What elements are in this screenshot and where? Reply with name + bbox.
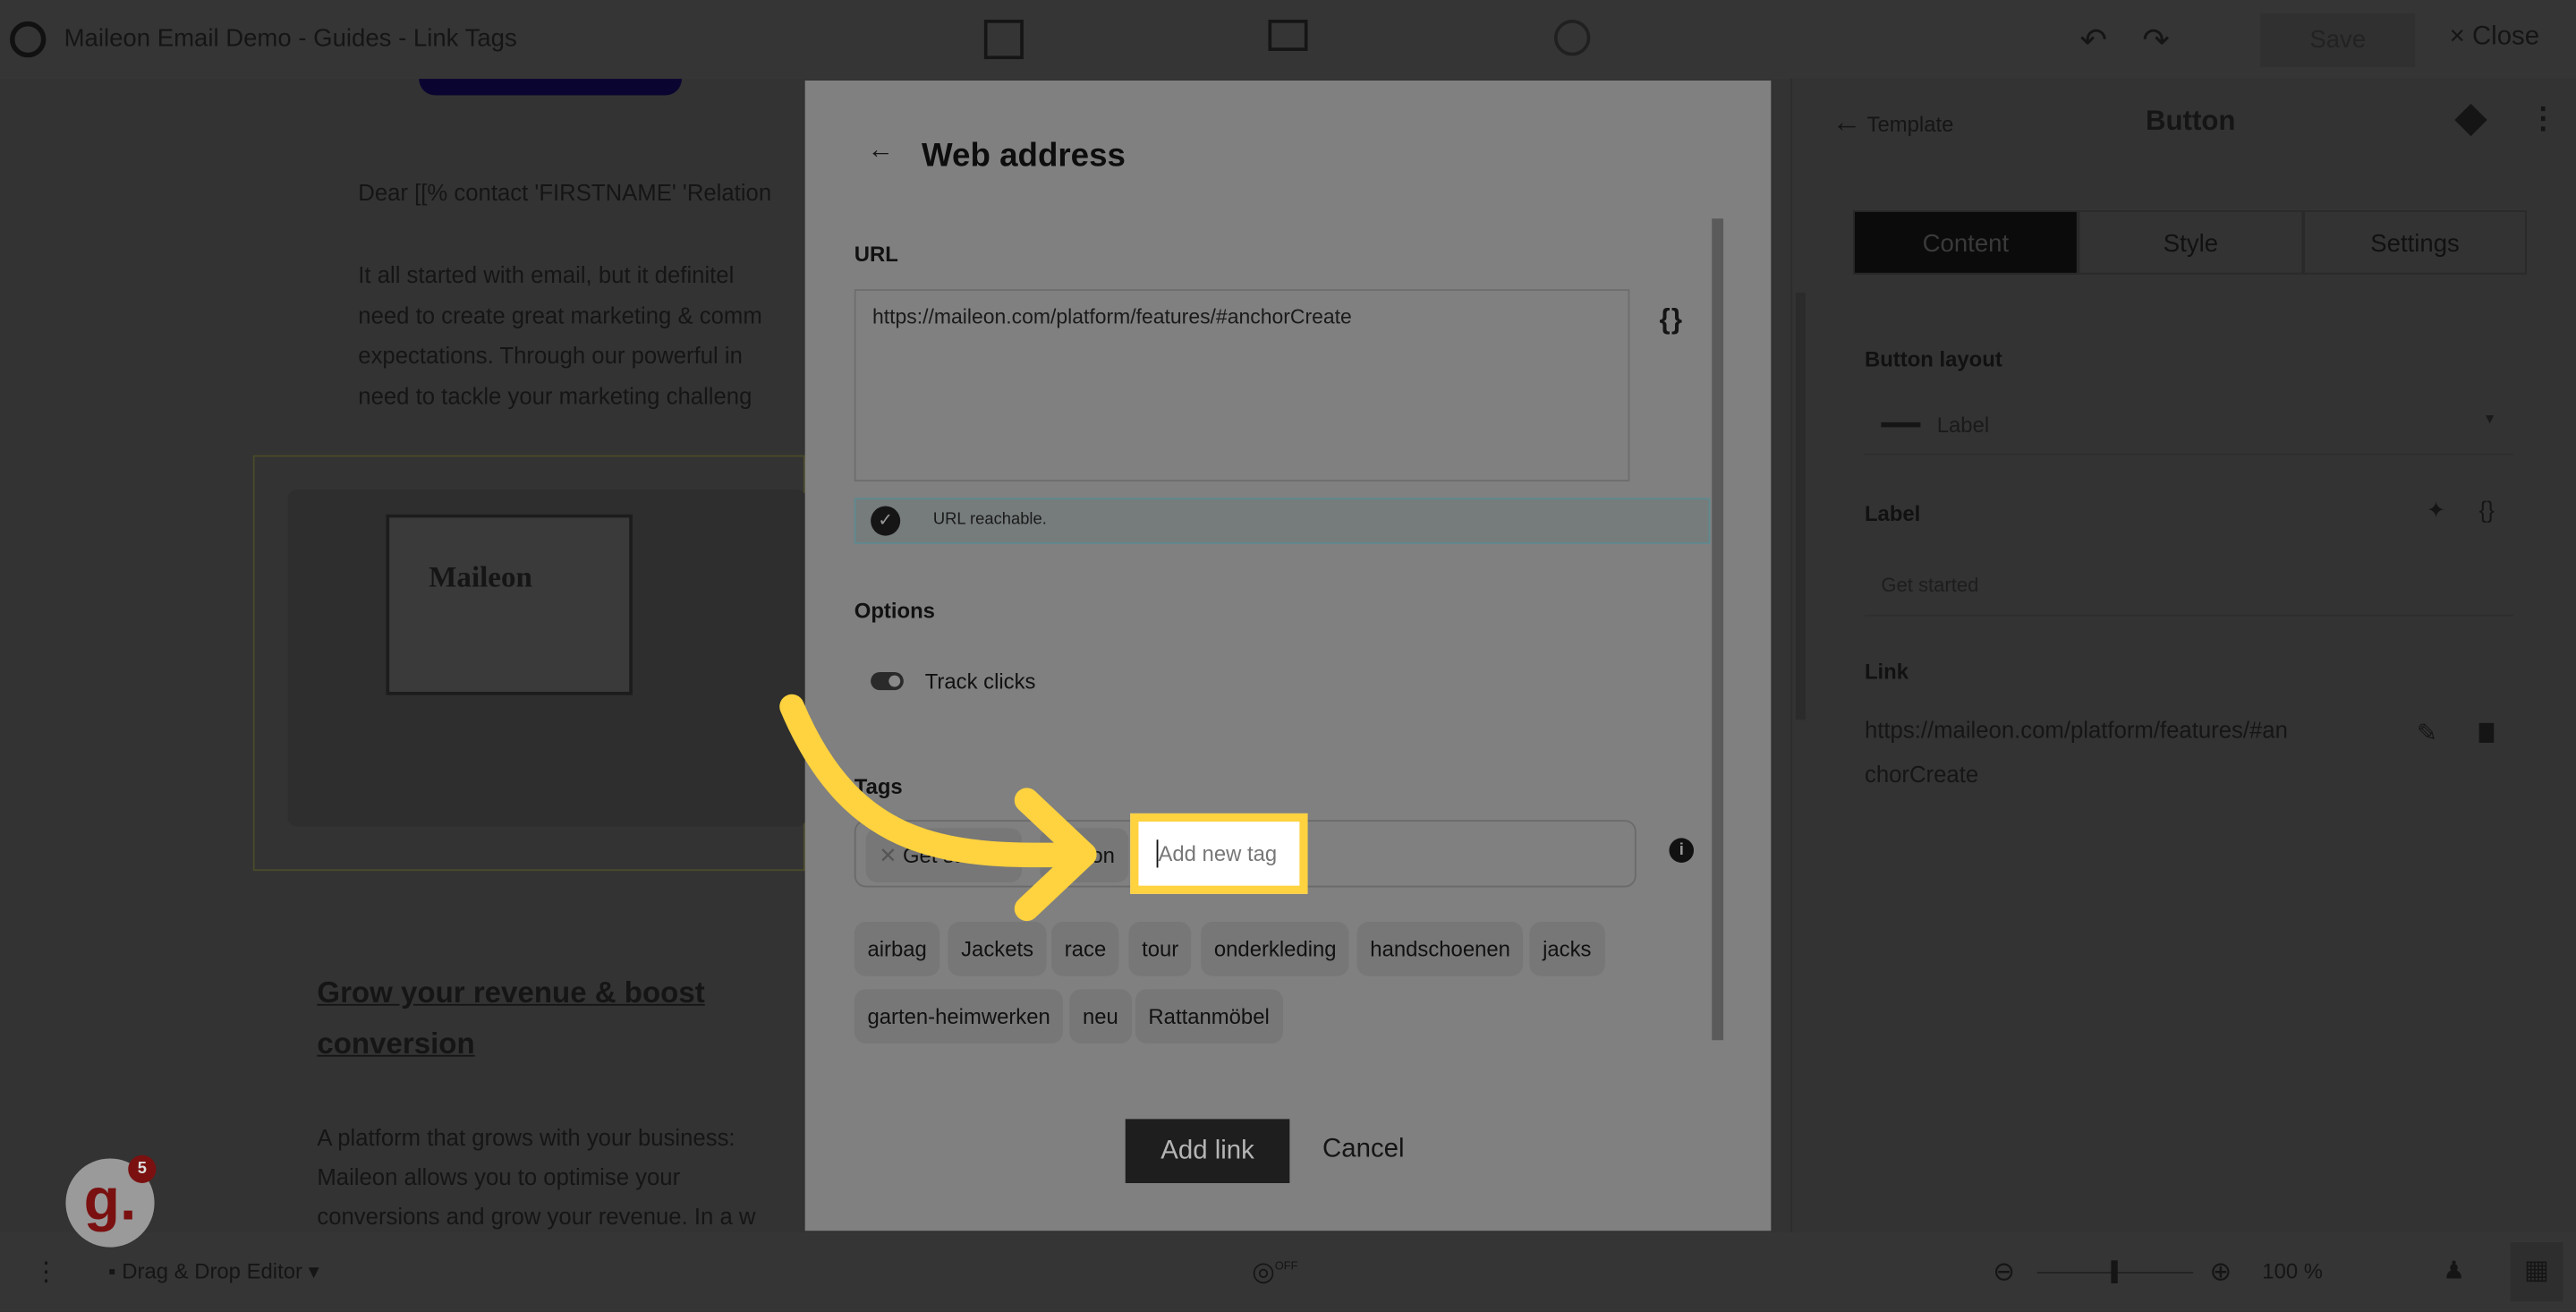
new-tag-input[interactable]: Add new tag <box>1130 813 1308 894</box>
arrow-shaft <box>779 694 1097 868</box>
guide-arrow-icon <box>779 694 1097 922</box>
new-tag-placeholder: Add new tag <box>1158 841 1278 866</box>
